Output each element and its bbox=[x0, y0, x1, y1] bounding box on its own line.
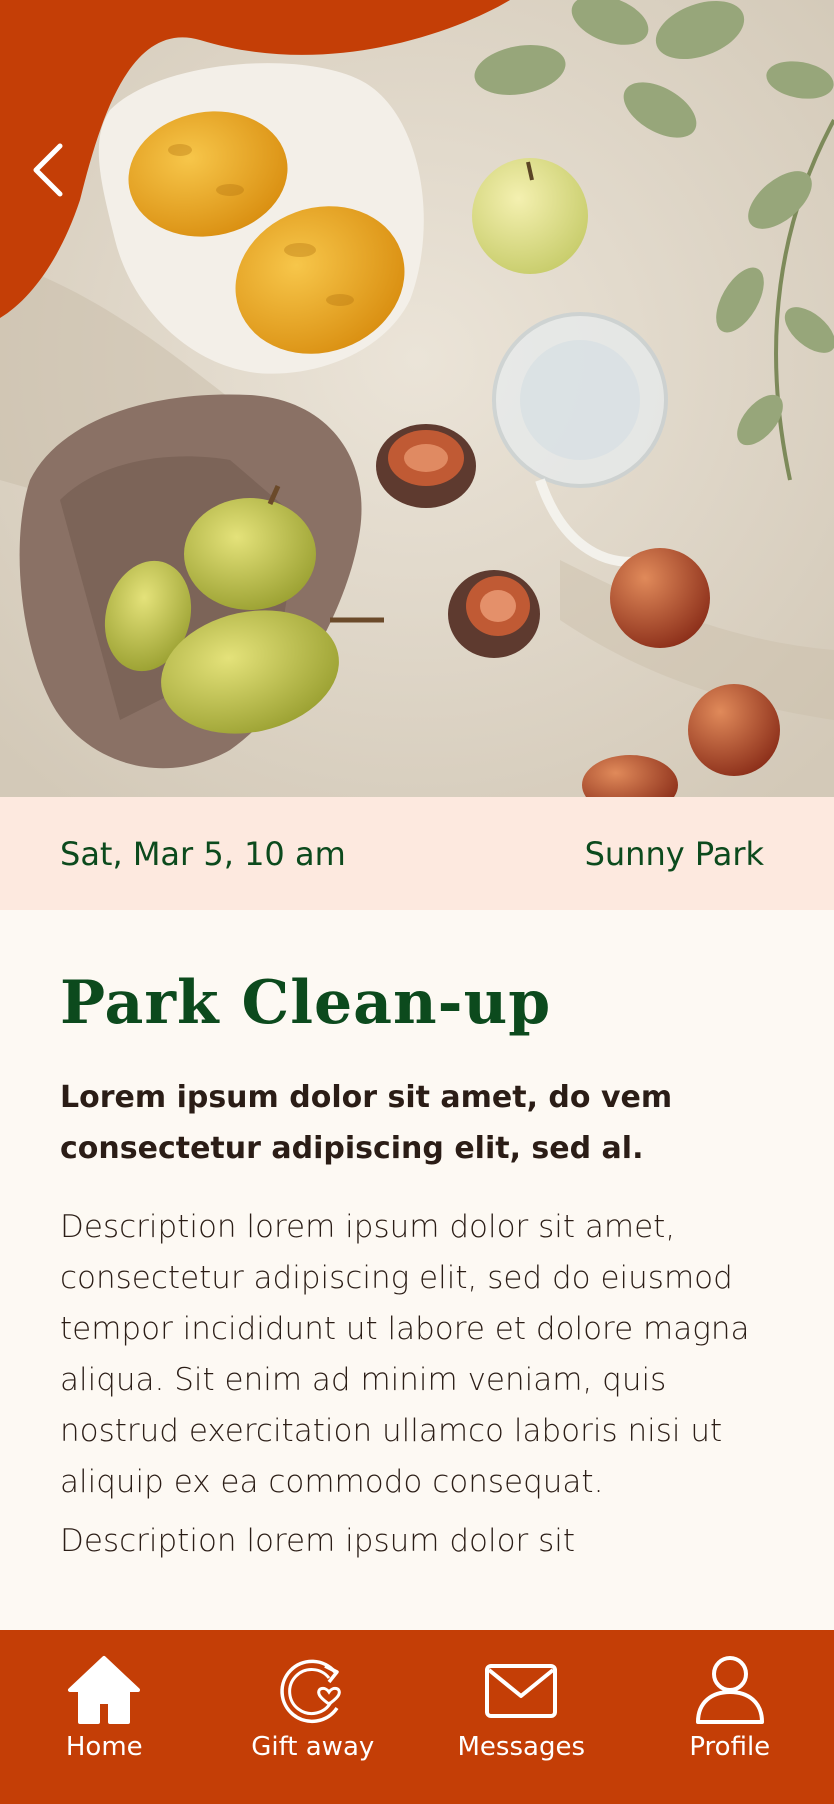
tab-home-label: Home bbox=[65, 1732, 143, 1762]
envelope-icon bbox=[485, 1664, 558, 1718]
event-date-time: Sat, Mar 5, 10 am bbox=[60, 834, 346, 873]
tab-profile-label: Profile bbox=[689, 1732, 771, 1762]
hero-image bbox=[0, 0, 834, 797]
tab-gift-away-label: Gift away bbox=[251, 1732, 375, 1762]
back-button[interactable] bbox=[18, 130, 78, 210]
tab-gift-away[interactable]: Gift away bbox=[218, 1652, 408, 1804]
event-location: Sunny Park bbox=[584, 834, 764, 873]
tab-profile[interactable]: Profile bbox=[635, 1652, 825, 1804]
event-description: Description lorem ipsum dolor sit amet, … bbox=[60, 1209, 750, 1500]
profile-icon bbox=[695, 1656, 764, 1724]
tab-home[interactable]: Home bbox=[9, 1652, 199, 1804]
gift-away-icon bbox=[280, 1659, 341, 1723]
home-icon bbox=[68, 1656, 141, 1724]
picnic-fruit-photo bbox=[0, 0, 834, 797]
event-details: Park Clean-up Lorem ipsum dolor sit amet… bbox=[0, 910, 834, 1630]
tab-messages[interactable]: Messages bbox=[426, 1652, 616, 1804]
tab-messages-label: Messages bbox=[457, 1732, 586, 1762]
event-title: Park Clean-up bbox=[60, 968, 552, 1038]
chevron-left-icon bbox=[33, 143, 63, 197]
event-description-continued: Description lorem ipsum dolor sit bbox=[60, 1523, 576, 1559]
event-lead: Lorem ipsum dolor sit amet, do vem conse… bbox=[60, 1080, 673, 1166]
bottom-tab-bar: Home Gift away Messages Profile bbox=[0, 1630, 834, 1804]
event-info-bar: Sat, Mar 5, 10 am Sunny Park bbox=[0, 797, 834, 910]
